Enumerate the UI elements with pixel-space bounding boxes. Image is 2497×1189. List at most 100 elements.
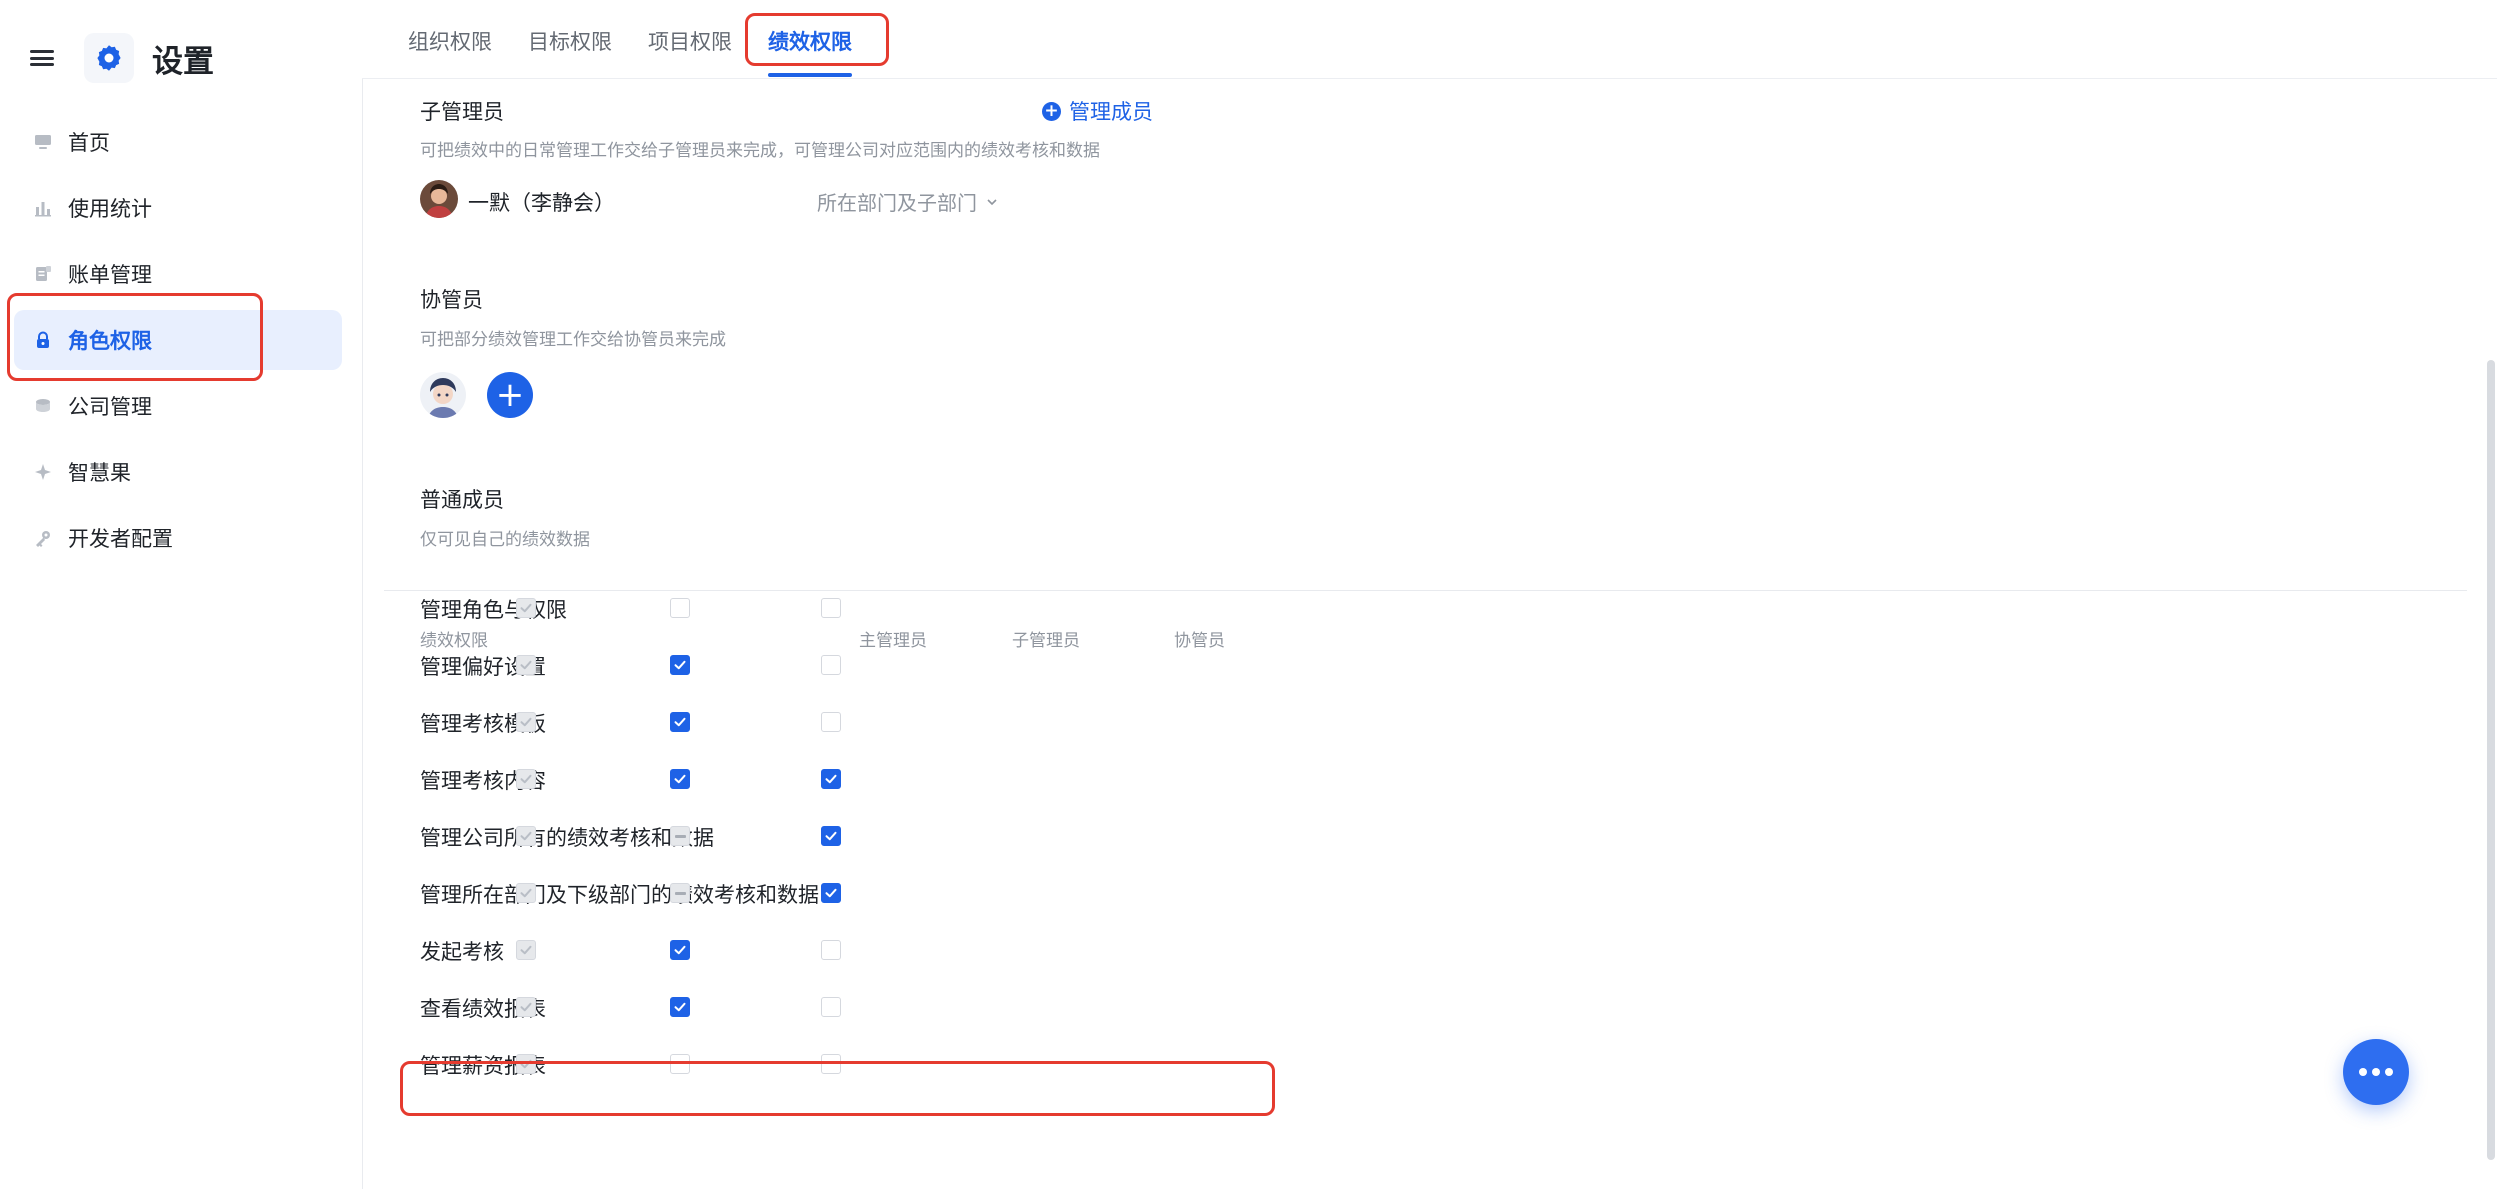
checkbox-main-admin [516, 1054, 536, 1074]
checkbox-main-admin [516, 712, 536, 732]
tab-org-permissions[interactable]: 组织权限 [408, 26, 492, 56]
co-admin-title: 协管员 [420, 288, 483, 312]
bill-icon [32, 263, 54, 285]
sidebar-item-home[interactable]: 首页 [14, 112, 342, 172]
check-icon [825, 831, 837, 841]
permission-label: 发起考核 [420, 940, 504, 964]
monitor-icon [32, 131, 54, 153]
avatar[interactable] [420, 180, 458, 218]
main-content: 子管理员 + 管理成员 可把绩效中的日常管理工作交给子管理员来完成，可管理公司对… [362, 79, 2497, 1189]
checkbox-co-admin[interactable] [821, 712, 841, 732]
checkbox-co-admin[interactable] [821, 1054, 841, 1074]
checkbox-co-admin[interactable] [821, 598, 841, 618]
sidebar-item-label: 账单管理 [68, 263, 152, 287]
dot [2359, 1068, 2367, 1076]
scrollbar[interactable] [2487, 360, 2495, 1160]
active-tab-indicator [768, 73, 852, 77]
checkbox-co-admin[interactable] [821, 655, 841, 675]
check-icon [520, 831, 532, 841]
more-button[interactable] [2343, 1039, 2409, 1105]
sidebar-item-label: 角色权限 [68, 329, 152, 353]
check-icon [674, 945, 686, 955]
perm-header-co-admin: 协管员 [1174, 631, 1225, 651]
check-icon [520, 717, 532, 727]
checkbox-co-admin[interactable] [821, 940, 841, 960]
tab-performance-permissions[interactable]: 绩效权限 [768, 26, 852, 56]
tab-project-permissions[interactable]: 项目权限 [648, 26, 732, 56]
checkbox-main-admin [516, 598, 536, 618]
checkbox-sub-admin[interactable] [670, 1054, 690, 1074]
scope-dropdown[interactable]: 所在部门及子部门 [817, 187, 999, 216]
checkbox-co-admin[interactable] [821, 997, 841, 1017]
chevron-down-icon [985, 190, 999, 214]
checkbox-main-admin [516, 883, 536, 903]
normal-member-desc: 仅可见自己的绩效数据 [420, 530, 590, 550]
sidebar-item-smart-fruit[interactable]: 智慧果 [14, 442, 342, 502]
sub-admin-member-name: 一默（李静会） [468, 191, 615, 215]
perm-header-sub-admin: 子管理员 [1012, 631, 1080, 651]
sidebar: 设置 首页 使用统计 账单管理 角色权限 公司管理 智慧果 开发者配置 [0, 0, 363, 1189]
check-icon [520, 1002, 532, 1012]
checkbox-co-admin[interactable] [821, 883, 841, 903]
sidebar-item-role-permissions[interactable]: 角色权限 [14, 310, 342, 370]
checkbox-main-admin [516, 769, 536, 789]
checkbox-sub-admin[interactable] [670, 712, 690, 732]
sidebar-item-label: 首页 [68, 131, 110, 155]
checkbox-co-admin[interactable] [821, 769, 841, 789]
company-icon [32, 395, 54, 417]
sidebar-item-usage-stats[interactable]: 使用统计 [14, 178, 342, 238]
dot [2372, 1068, 2380, 1076]
sidebar-item-company[interactable]: 公司管理 [14, 376, 342, 436]
checkbox-co-admin[interactable] [821, 826, 841, 846]
manage-members-button[interactable]: + 管理成员 [1042, 96, 1153, 126]
permission-label: 管理角色与权限 [420, 598, 567, 622]
settings-gear-icon [84, 33, 134, 83]
scope-value: 所在部门及子部门 [817, 191, 977, 215]
normal-member-title: 普通成员 [420, 488, 504, 512]
checkbox-sub-admin[interactable] [670, 598, 690, 618]
checkbox-sub-admin[interactable] [670, 883, 690, 903]
checkbox-main-admin [516, 826, 536, 846]
section-divider [384, 590, 2467, 591]
sidebar-item-label: 开发者配置 [68, 527, 173, 551]
check-icon [825, 888, 837, 898]
checkbox-sub-admin[interactable] [670, 826, 690, 846]
sub-admin-title: 子管理员 [420, 100, 504, 124]
sidebar-item-label: 使用统计 [68, 197, 152, 221]
check-icon [520, 945, 532, 955]
tab-goal-permissions[interactable]: 目标权限 [528, 26, 612, 56]
perm-header-main-admin: 主管理员 [859, 631, 927, 651]
sidebar-nav: 首页 使用统计 账单管理 角色权限 公司管理 智慧果 开发者配置 [14, 112, 342, 574]
avatar[interactable] [420, 372, 466, 418]
checkbox-sub-admin[interactable] [670, 655, 690, 675]
co-admin-desc: 可把部分绩效管理工作交给协管员来完成 [420, 330, 726, 350]
sidebar-item-developer-config[interactable]: 开发者配置 [14, 508, 342, 568]
check-icon [520, 888, 532, 898]
bar-chart-icon [32, 197, 54, 219]
sub-admin-desc: 可把绩效中的日常管理工作交给子管理员来完成，可管理公司对应范围内的绩效考核和数据 [420, 141, 1100, 161]
checkbox-sub-admin[interactable] [670, 997, 690, 1017]
permission-label: 管理所在部门及下级部门的绩效考核和数据 [420, 883, 819, 907]
perm-header-name: 绩效权限 [420, 631, 488, 651]
check-icon [674, 660, 686, 670]
menu-icon[interactable] [30, 46, 54, 70]
check-icon [520, 660, 532, 670]
sidebar-item-label: 公司管理 [68, 395, 152, 419]
checkbox-main-admin [516, 655, 536, 675]
app-title: 设置 [152, 43, 214, 80]
indeterminate-icon [674, 891, 686, 895]
lock-icon [32, 329, 54, 351]
checkbox-main-admin [516, 940, 536, 960]
checkbox-sub-admin[interactable] [670, 940, 690, 960]
sidebar-item-billing[interactable]: 账单管理 [14, 244, 342, 304]
indeterminate-icon [674, 834, 686, 838]
checkbox-sub-admin[interactable] [670, 769, 690, 789]
checkbox-main-admin [516, 997, 536, 1017]
dot [2385, 1068, 2393, 1076]
manage-members-label: 管理成员 [1069, 100, 1153, 124]
add-co-admin-button[interactable]: + [487, 372, 533, 418]
check-icon [520, 603, 532, 613]
check-icon [520, 1059, 532, 1069]
sidebar-header: 设置 [30, 30, 214, 86]
sparkle-icon [32, 461, 54, 483]
